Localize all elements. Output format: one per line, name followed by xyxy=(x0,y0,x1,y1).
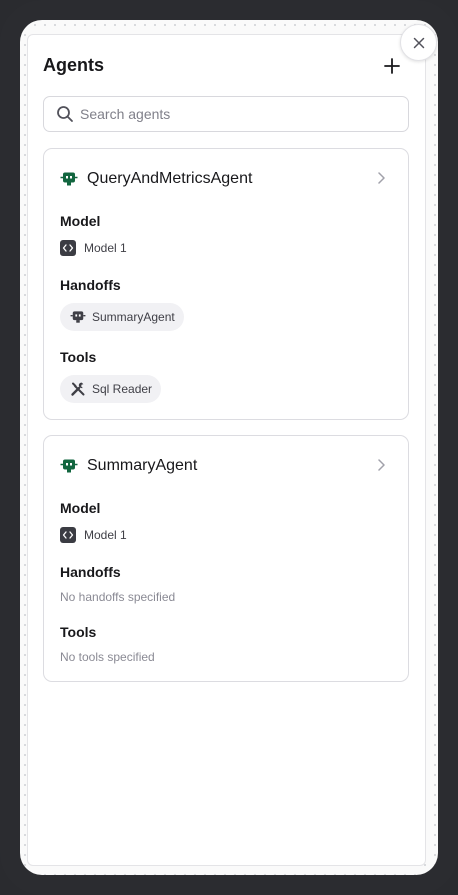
chevron-right-icon[interactable] xyxy=(376,171,386,185)
handoff-chip[interactable]: SummaryAgent xyxy=(60,303,184,331)
add-agent-button[interactable] xyxy=(381,55,403,77)
agent-name: SummaryAgent xyxy=(87,457,198,474)
bot-icon xyxy=(60,172,78,186)
wrench-screwdriver-icon xyxy=(71,382,85,396)
tool-name: Sql Reader xyxy=(92,382,153,396)
agent-card[interactable]: QueryAndMetricsAgent Model Model 1 Hando… xyxy=(43,148,409,420)
page-title: Agents xyxy=(43,55,105,75)
agent-card[interactable]: SummaryAgent Model Model 1 Handoffs No h… xyxy=(43,435,409,682)
search-box[interactable] xyxy=(43,96,409,132)
code-icon xyxy=(60,527,76,543)
tools-label: Tools xyxy=(60,349,97,365)
model-value: Model 1 xyxy=(60,527,127,543)
tools-label: Tools xyxy=(60,624,97,640)
tool-chip[interactable]: Sql Reader xyxy=(60,375,162,403)
handoffs-label: Handoffs xyxy=(60,564,121,580)
plus-icon xyxy=(384,58,400,74)
code-icon xyxy=(60,240,76,256)
model-name: Model 1 xyxy=(84,241,127,255)
handoff-name: SummaryAgent xyxy=(92,310,175,324)
device-frame: Agents Search agents QueryAndMetricsAgen… xyxy=(0,0,458,895)
handoffs-empty-text: No handoffs specified xyxy=(60,590,176,604)
bot-icon xyxy=(70,311,86,323)
close-icon xyxy=(413,37,424,48)
agent-card-header: SummaryAgent xyxy=(60,457,197,475)
tools-empty-text: No tools specified xyxy=(60,650,155,664)
agent-card-header: QueryAndMetricsAgent xyxy=(60,170,252,188)
bot-icon xyxy=(60,459,78,473)
agent-name: QueryAndMetricsAgent xyxy=(87,170,253,187)
screen: Agents Search agents QueryAndMetricsAgen… xyxy=(20,20,438,875)
model-name: Model 1 xyxy=(84,528,127,542)
model-value: Model 1 xyxy=(60,240,127,256)
search-icon xyxy=(57,106,73,122)
handoffs-label: Handoffs xyxy=(60,277,121,293)
search-input[interactable] xyxy=(80,106,380,122)
close-button[interactable] xyxy=(400,24,437,61)
chevron-right-icon[interactable] xyxy=(376,458,386,472)
model-label: Model xyxy=(60,213,101,229)
agents-panel: Agents Search agents QueryAndMetricsAgen… xyxy=(27,34,426,866)
model-label: Model xyxy=(60,500,101,516)
